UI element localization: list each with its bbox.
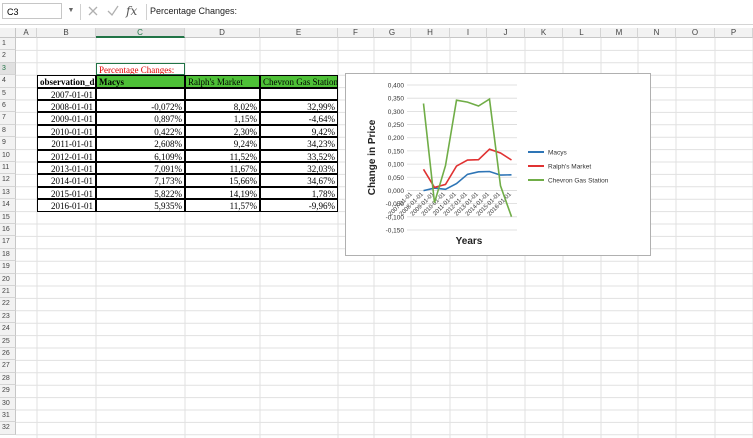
y-tick-label: 0,200 — [388, 135, 405, 142]
cell-macys[interactable] — [96, 87, 185, 100]
cell-ralph[interactable]: 14,19% — [185, 186, 260, 200]
cell-date[interactable]: 2016-01-01 — [37, 199, 96, 212]
cell-macys[interactable]: 2,608% — [96, 137, 185, 150]
y-tick-label: 0,000 — [388, 188, 405, 195]
cell-date[interactable]: 2015-01-01 — [37, 186, 96, 200]
y-tick-label: 0,250 — [388, 122, 405, 129]
legend-entry: Chevron Gas Station — [548, 178, 609, 185]
cell-chevron[interactable]: 33,52% — [260, 149, 338, 162]
y-tick-label: 0,050 — [388, 175, 405, 182]
cell-date[interactable]: 2012-01-01 — [37, 149, 96, 162]
y-tick-label: 0,150 — [388, 148, 405, 155]
cell-ralph[interactable]: 11,67% — [185, 162, 260, 175]
cell-macys[interactable]: 0,897% — [96, 112, 185, 125]
x-axis-title: Years — [456, 236, 483, 247]
header-chevron-gas-station[interactable]: Chevron Gas Station — [260, 75, 338, 88]
cell-date[interactable]: 2014-01-01 — [37, 174, 96, 187]
y-tick-label: -0,150 — [386, 228, 405, 235]
cell-ralph[interactable]: 11,57% — [185, 199, 260, 212]
cell-macys[interactable]: 5,822% — [96, 186, 185, 200]
cell-chevron[interactable]: 1,78% — [260, 186, 338, 200]
cell-ralph[interactable]: 15,66% — [185, 174, 260, 187]
cell-macys[interactable]: 7,091% — [96, 162, 185, 175]
cell-ralph[interactable]: 2,30% — [185, 124, 260, 138]
y-tick-label: 0,300 — [388, 109, 405, 116]
header-macys[interactable]: Macys — [96, 75, 185, 88]
header-observation-date[interactable]: observation_date — [37, 75, 96, 88]
cell-chevron[interactable]: -4,64% — [260, 112, 338, 125]
cell-ralph[interactable]: 11,52% — [185, 149, 260, 162]
cell-chevron[interactable]: -9,96% — [260, 199, 338, 212]
cell-ralph[interactable]: 9,24% — [185, 137, 260, 150]
cell-date[interactable]: 2010-01-01 — [37, 124, 96, 138]
chart-plot: 0,400 0,350 0,300 0,250 0,200 0,150 0,100 0,050… — [367, 83, 609, 248]
y-tick-label: 0,350 — [388, 96, 405, 103]
y-tick-label: 0,100 — [388, 162, 405, 169]
cell-chevron[interactable] — [260, 87, 338, 100]
cell-macys[interactable]: -0,072% — [96, 100, 185, 113]
y-tick-label: 0,400 — [388, 83, 405, 90]
cell-date[interactable]: 2011-01-01 — [37, 137, 96, 150]
cell-date[interactable]: 2007-01-01 — [37, 87, 96, 100]
cell-chevron[interactable]: 32,03% — [260, 162, 338, 175]
header-ralphs-market[interactable]: Ralph's Market — [185, 75, 260, 88]
cell-macys[interactable]: 6,109% — [96, 149, 185, 162]
cell-date[interactable]: 2009-01-01 — [37, 112, 96, 125]
cell-macys[interactable]: 5,935% — [96, 199, 185, 212]
legend-entry: Macys — [548, 150, 568, 157]
cell-macys[interactable]: 7,173% — [96, 174, 185, 187]
cell-c3-title[interactable]: Percentage Changes: — [96, 62, 185, 76]
cell-ralph[interactable]: 8,02% — [185, 100, 260, 113]
legend-entry: Ralph's Market — [548, 164, 591, 171]
cell-chevron[interactable]: 9,42% — [260, 124, 338, 138]
cell-chevron[interactable]: 34,23% — [260, 137, 338, 150]
cell-date[interactable]: 2008-01-01 — [37, 100, 96, 113]
cell-ralph[interactable] — [185, 87, 260, 100]
y-axis-title: Change in Price — [367, 119, 378, 195]
cell-chevron[interactable]: 32,99% — [260, 100, 338, 113]
cell-macys[interactable]: 0,422% — [96, 124, 185, 138]
cell-date[interactable]: 2013-01-01 — [37, 162, 96, 175]
cell-chevron[interactable]: 34,67% — [260, 174, 338, 187]
cell-ralph[interactable]: 1,15% — [185, 112, 260, 125]
